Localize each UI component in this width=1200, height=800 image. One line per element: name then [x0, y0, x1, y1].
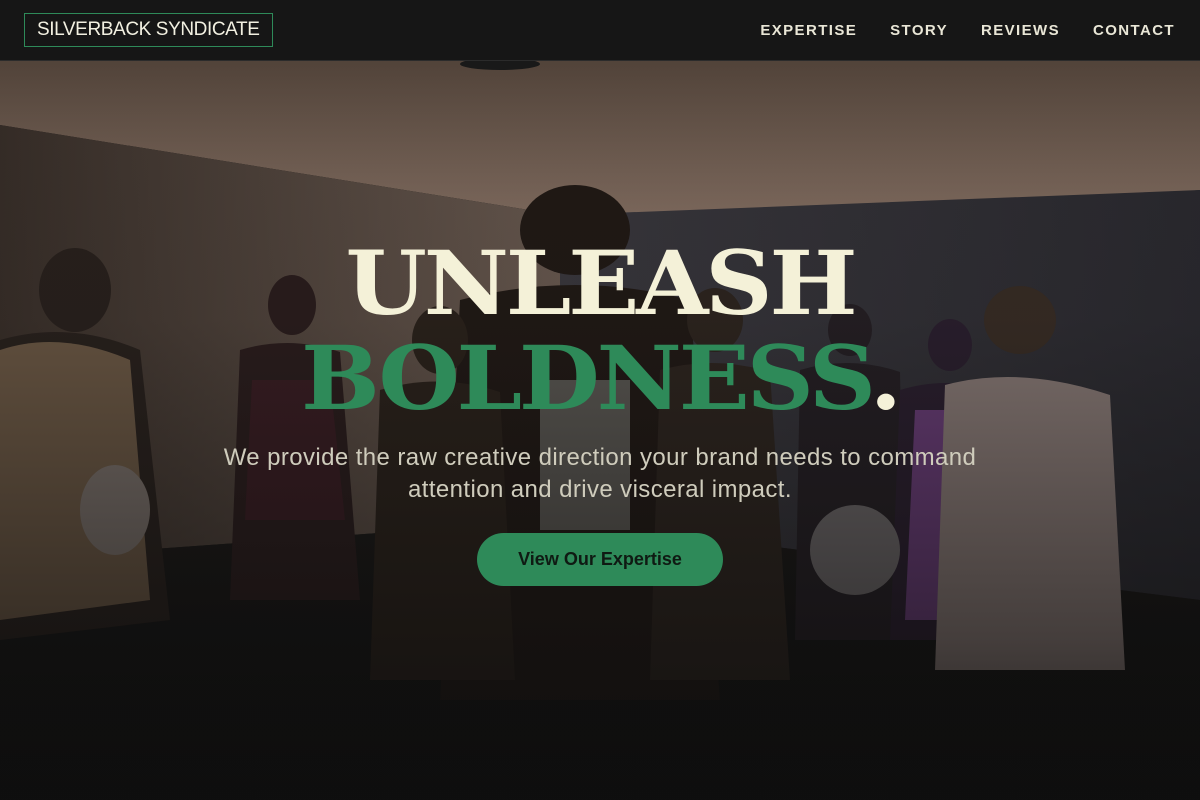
hero-headline-period: .: [869, 326, 902, 430]
hero-tagline: We provide the raw creative direction yo…: [223, 444, 977, 503]
hero-headline-line1: UNLEASH: [345, 231, 858, 335]
brand-logo-link[interactable]: SILVERBACK SYNDICATE: [24, 13, 273, 47]
hero-content: UNLEASH BOLDNESS. We provide the raw cre…: [0, 0, 1200, 800]
nav-link-contact[interactable]: CONTACT: [1093, 22, 1175, 39]
nav-links: EXPERTISE STORY REVIEWS CONTACT: [760, 22, 1176, 39]
nav-link-reviews[interactable]: REVIEWS: [981, 22, 1060, 39]
hero-headline-word: BOLDNESS: [301, 326, 873, 430]
nav-link-story[interactable]: STORY: [890, 22, 948, 39]
nav-link-expertise[interactable]: EXPERTISE: [760, 22, 857, 39]
view-expertise-button[interactable]: View Our Expertise: [477, 533, 723, 586]
top-navbar: SILVERBACK SYNDICATE EXPERTISE STORY REV…: [0, 0, 1200, 61]
hero-headline-line2: BOLDNESS.: [0, 334, 1200, 422]
